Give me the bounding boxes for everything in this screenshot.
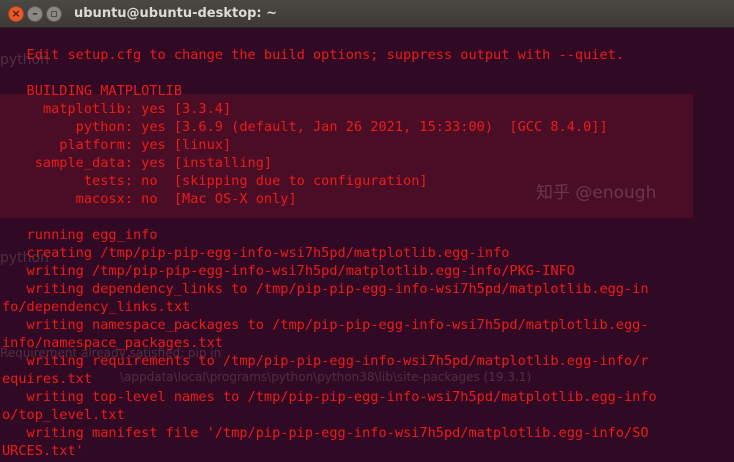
title-bar[interactable]: × – ▫ ubuntu@ubuntu-desktop: ~ — [0, 0, 734, 28]
terminal-line: sample_data: yes [installing] — [2, 155, 273, 171]
terminal-line: platform: yes [linux] — [2, 137, 232, 153]
terminal-line: o/top_level.txt — [2, 407, 125, 423]
terminal-line: matplotlib: yes [3.3.4] — [2, 101, 232, 117]
terminal-line: writing /tmp/pip-pip-egg-info-wsi7h5pd/m… — [2, 263, 575, 279]
terminal-line: writing namespace_packages to /tmp/pip-p… — [2, 317, 649, 333]
terminal-line: creating /tmp/pip-pip-egg-info-wsi7h5pd/… — [2, 245, 510, 261]
minimize-icon: – — [32, 7, 38, 20]
terminal-window: × – ▫ ubuntu@ubuntu-desktop: ~ python py… — [0, 0, 734, 462]
terminal-line: info/namespace_packages.txt — [2, 335, 223, 351]
terminal-line: writing requirements to /tmp/pip-pip-egg… — [2, 353, 649, 369]
terminal-line: BUILDING MATPLOTLIB — [2, 83, 183, 99]
close-icon: × — [11, 7, 21, 20]
terminal-output[interactable]: python python 知乎 @enough Requirement alr… — [0, 28, 734, 462]
maximize-button[interactable]: ▫ — [46, 6, 62, 22]
terminal-line: tests: no [skipping due to configuration… — [2, 173, 428, 189]
terminal-line: writing dependency_links to /tmp/pip-pip… — [2, 281, 649, 297]
terminal-line: macosx: no [Mac OS-X only] — [2, 191, 297, 207]
maximize-icon: ▫ — [50, 7, 58, 20]
terminal-lines: Edit setup.cfg to change the build optio… — [2, 46, 657, 460]
terminal-line: Edit setup.cfg to change the build optio… — [2, 47, 624, 63]
terminal-line: python: yes [3.6.9 (default, Jan 26 2021… — [2, 119, 608, 135]
terminal-line: fo/dependency_links.txt — [2, 299, 191, 315]
terminal-line: writing top-level names to /tmp/pip-pip-… — [2, 389, 657, 405]
minimize-button[interactable]: – — [27, 6, 43, 22]
terminal-line: URCES.txt' — [2, 443, 84, 459]
terminal-line: equires.txt — [2, 371, 93, 387]
close-button[interactable]: × — [8, 6, 24, 22]
terminal-line: writing manifest file '/tmp/pip-pip-egg-… — [2, 425, 649, 441]
window-title: ubuntu@ubuntu-desktop: ~ — [74, 6, 278, 21]
terminal-line: running egg_info — [2, 227, 158, 243]
